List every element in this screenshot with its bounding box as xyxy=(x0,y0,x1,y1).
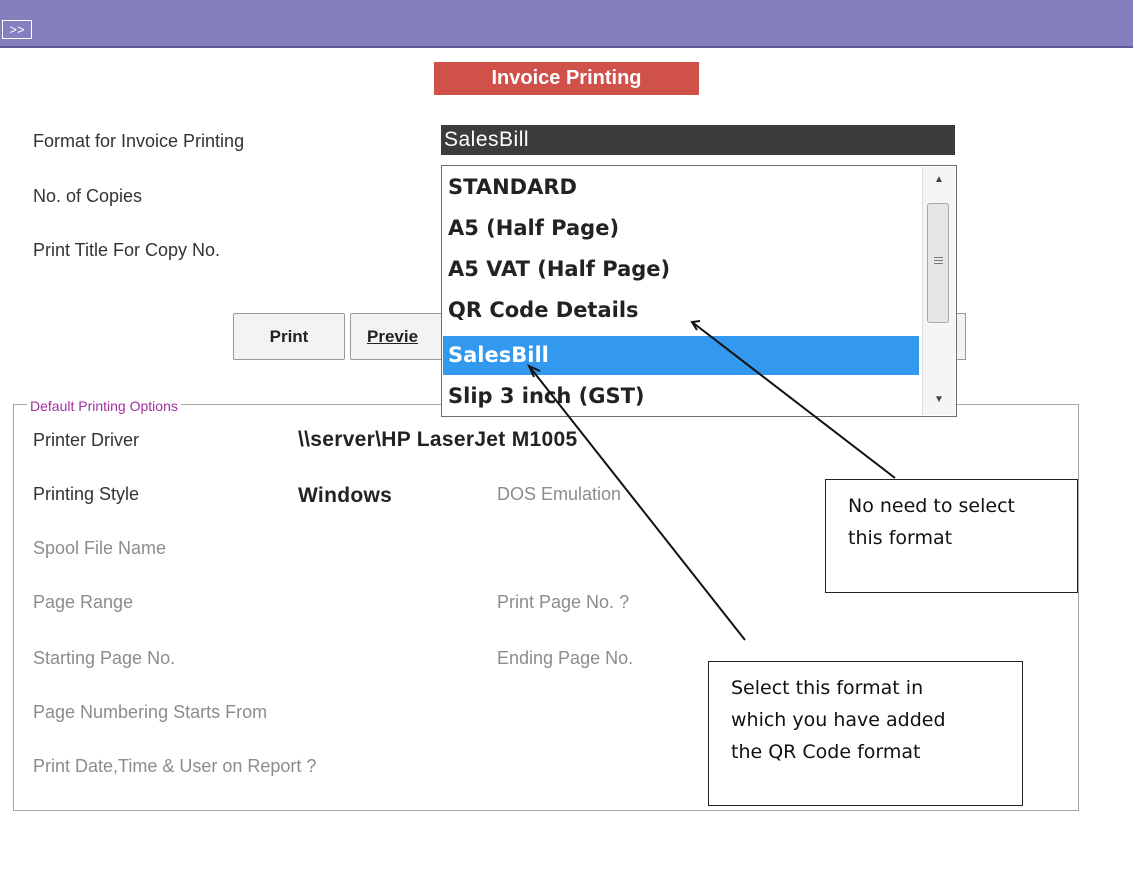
annotation-arrows xyxy=(526,320,896,641)
arrow-line-to-qr-code xyxy=(691,321,896,479)
arrow-line-to-salesbill xyxy=(528,365,746,641)
